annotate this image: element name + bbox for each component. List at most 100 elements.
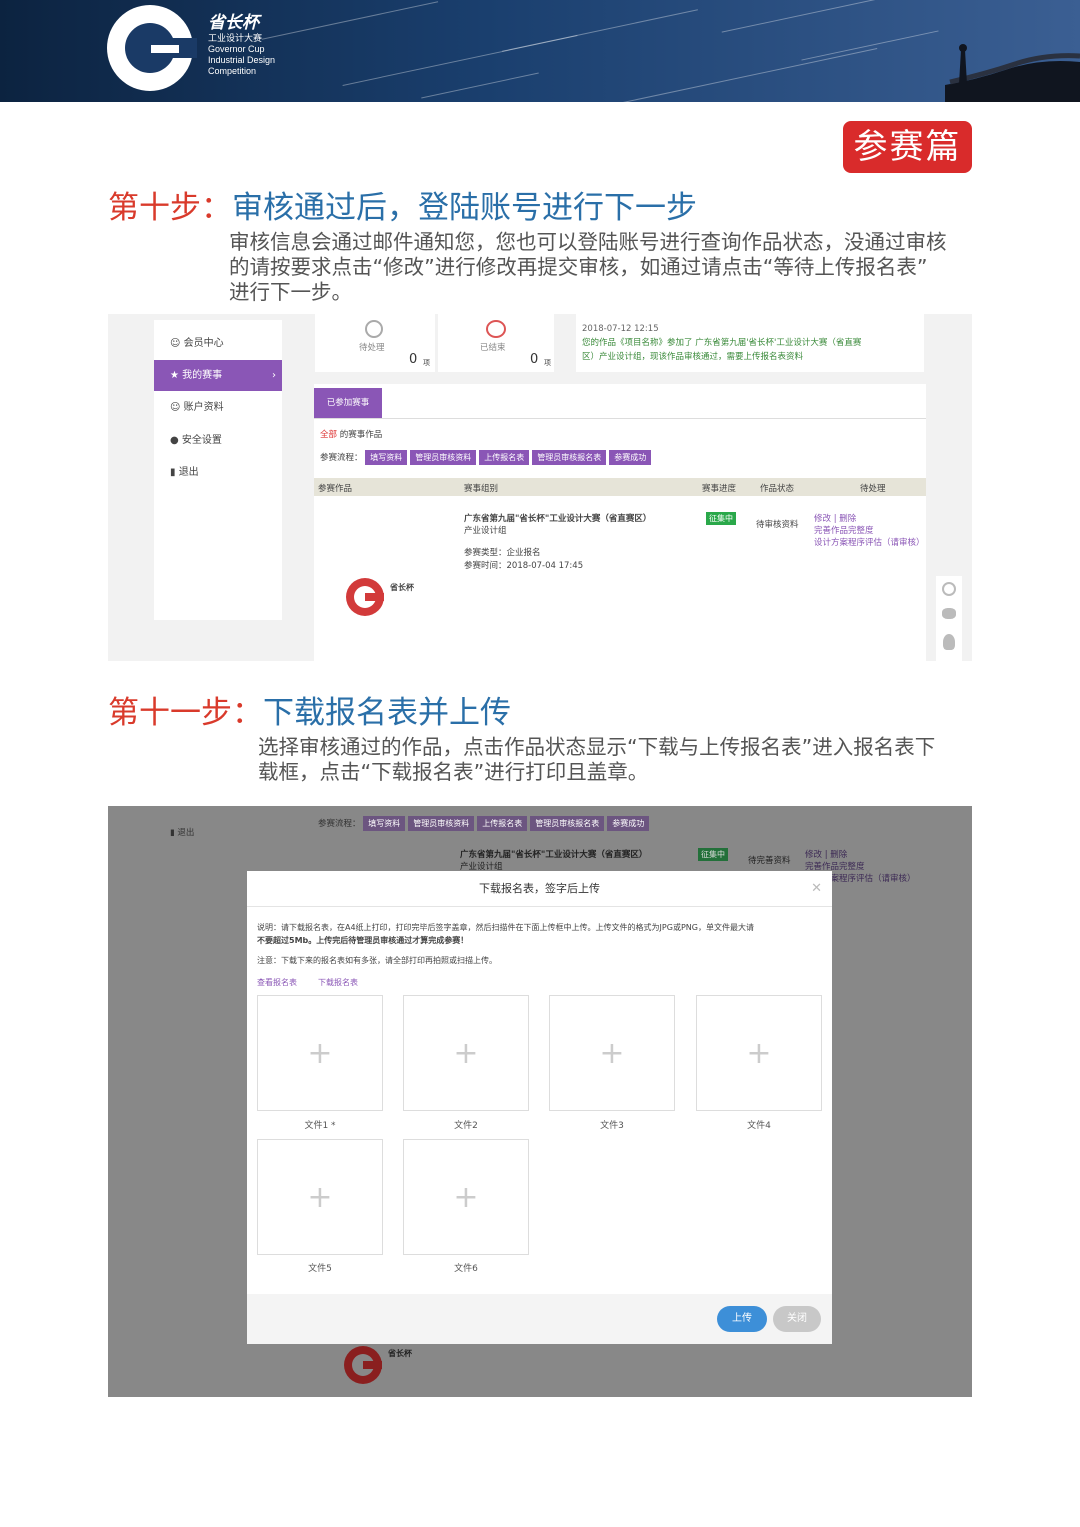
upload-button[interactable]: 上传 <box>717 1306 767 1332</box>
page: 省长杯 工业设计大赛 Governor Cup Industrial Desig… <box>0 0 1080 1527</box>
row-action-complete[interactable]: 完善作品完整度 <box>814 524 874 536</box>
logo-line3: Industrial Design <box>208 55 276 65</box>
view-form-link[interactable]: 查看报名表 <box>257 977 297 988</box>
footer-logo-text: 省长杯 <box>388 1349 412 1358</box>
sidebar: ☺ 会员中心 ★ 我的赛事 › ☺ 账户资料 ● 安全设置 ▮ 退出 <box>154 320 282 620</box>
upload-box-4[interactable]: + <box>696 995 822 1111</box>
flow-step: 上传报名表 <box>477 816 528 831</box>
close-icon[interactable]: ✕ <box>811 881 822 896</box>
row-status: 待审核资料 <box>756 520 799 530</box>
logo-line1: 工业设计大赛 <box>208 33 263 43</box>
account-icon: ☺ <box>170 402 184 413</box>
row-status: 待完善资料 <box>748 856 791 866</box>
clock-icon <box>365 320 383 338</box>
notice-panel: 2018-07-12 12:15 您的作品《项目名称》参加了 广东省第九届'省长… <box>576 314 924 372</box>
footer-logo-text: 省长杯 <box>390 583 414 592</box>
close-button[interactable]: 关闭 <box>773 1306 821 1332</box>
step10-description: 审核信息会通过邮件通知您，您也可以登陆账号进行查询作品状态，没通过审核 的请按要… <box>229 230 989 305</box>
trophy-icon: ★ <box>170 370 183 381</box>
row-progress-badge: 征集中 <box>706 512 736 525</box>
logout-icon: ▮ <box>170 467 179 478</box>
stat-pending[interactable]: 待处理 0 项 <box>315 314 435 372</box>
flow-step: 填写资料 <box>365 450 408 465</box>
tab-joined-events[interactable]: 已参加赛事 <box>314 388 382 418</box>
flow-step: 管理员审核资料 <box>408 816 475 831</box>
logo-line2: Governor Cup <box>208 44 265 54</box>
logo-cn: 省长杯 <box>208 13 259 33</box>
weibo-icon[interactable] <box>942 582 956 596</box>
stat-ended[interactable]: 已结束 0 项 <box>438 314 554 372</box>
flow-steps: 参赛流程： 填写资料 管理员审核资料 上传报名表 管理员审核报名表 参赛成功 <box>318 816 652 831</box>
roof-eave-icon <box>945 44 1080 102</box>
footer-logo-icon <box>344 1346 382 1384</box>
sidebar-item-account[interactable]: ☺ 账户资料 <box>154 392 282 423</box>
events-panel: 已参加赛事 全部 的赛事作品 参赛流程： 填写资料 管理员审核资料 上传报名表 管理员… <box>314 384 926 661</box>
column-header: 参赛作品 <box>318 484 353 494</box>
step11-description: 选择审核通过的作品，点击作品状态显示“下载与上传报名表”进入报名表下 载框，点击… <box>258 735 988 785</box>
sidebar-item-member-center[interactable]: ☺ 会员中心 <box>154 328 282 359</box>
end-icon <box>486 320 506 338</box>
step10-title: 审核通过后，登陆账号进行下一步 <box>232 190 697 226</box>
chevron-right-icon: › <box>272 370 276 381</box>
row-action-evaluate[interactable]: 设计方案程序评估（请审核） <box>814 536 925 548</box>
wechat-icon[interactable] <box>942 608 956 619</box>
step11-heading: 第十一步：下载报名表并上传 <box>108 693 511 733</box>
screenshot-upload-modal: ▮ 退出 参赛流程： 填写资料 管理员审核资料 上传报名表 管理员审核报名表 参赛成功 … <box>108 806 972 1397</box>
dialog-instructions: 说明：请下载报名表，在A4纸上打印，打印完毕后签字盖章，然后扫描件在下面上传框中… <box>257 921 822 967</box>
stat-pending-value: 0 <box>409 352 418 367</box>
row-title: 广东省第九届"省长杯"工业设计大赛（省直赛区） <box>464 514 652 524</box>
row-progress-badge: 征集中 <box>698 848 728 861</box>
footer-logo-icon <box>346 578 384 616</box>
notice-text-2: 区）产业设计组，现该作品审核通过，需要上传报名表资料 <box>582 352 804 362</box>
upload-dialog: 下载报名表，签字后上传 ✕ 说明：请下载报名表，在A4纸上打印，打印完毕后签字盖… <box>247 871 832 1344</box>
flow-label: 参赛流程： <box>318 819 361 829</box>
plus-icon: + <box>599 1036 625 1071</box>
step10-heading: 第十步：审核通过后，登陆账号进行下一步 <box>108 188 697 228</box>
plus-icon: + <box>307 1036 333 1071</box>
sidebar-item-security[interactable]: ● 安全设置 <box>154 425 282 456</box>
flow-step: 参赛成功 <box>609 450 652 465</box>
qq-icon[interactable] <box>943 634 955 650</box>
sidebar-item-label: 安全设置 <box>181 435 222 446</box>
upload-box-2[interactable]: + <box>403 995 529 1111</box>
logo-line4: Competition <box>208 66 257 76</box>
flow-step: 填写资料 <box>363 816 406 831</box>
upload-label-5: 文件5 <box>308 1264 332 1274</box>
filter-suffix: 的赛事作品 <box>339 430 383 440</box>
dialog-note-3: 注意：下载下来的报名表如有多张，请全部打印再拍照或扫描上传。 <box>257 956 497 965</box>
sidebar-item-label: 我的赛事 <box>182 370 223 381</box>
column-header: 赛事进度 <box>702 484 737 494</box>
competition-logo-icon <box>107 5 197 91</box>
shield-icon: ● <box>170 435 182 446</box>
row-time: 参赛时间：2018-07-04 17:45 <box>464 561 584 571</box>
upload-box-1[interactable]: + <box>257 995 383 1111</box>
flow-step: 上传报名表 <box>479 450 530 465</box>
step10-number: 第十步： <box>108 190 232 226</box>
plus-icon: + <box>307 1180 333 1215</box>
row-action-edit[interactable]: 修改 | 删除 <box>814 512 856 524</box>
plus-icon: + <box>453 1036 479 1071</box>
upload-label-3: 文件3 <box>600 1121 624 1131</box>
filter-all-link[interactable]: 全部 <box>320 430 337 440</box>
stat-pending-unit: 项 <box>423 359 430 367</box>
step10-desc-line1: 审核信息会通过邮件通知您，您也可以登陆账号进行查询作品状态，没通过审核 <box>229 230 947 254</box>
notice-date: 2018-07-12 12:15 <box>582 324 659 334</box>
upload-box-6[interactable]: + <box>403 1139 529 1255</box>
flow-step: 管理员审核报名表 <box>530 816 605 831</box>
stat-ended-label: 已结束 <box>480 343 506 353</box>
download-form-link[interactable]: 下载报名表 <box>318 977 358 988</box>
sidebar-item-label: 账户资料 <box>183 402 224 413</box>
upload-box-5[interactable]: + <box>257 1139 383 1255</box>
sidebar-item-my-events[interactable]: ★ 我的赛事 › <box>154 360 282 391</box>
step11-desc-line1: 选择审核通过的作品，点击作品状态显示“下载与上传报名表”进入报名表下 <box>258 735 936 759</box>
upload-label-1: 文件1 * <box>304 1121 336 1131</box>
logo-text: 省长杯 工业设计大赛 Governor Cup Industrial Desig… <box>208 8 275 77</box>
sidebar-item-logout[interactable]: ▮ 退出 <box>170 826 194 838</box>
row-action-edit[interactable]: 修改 | 删除 <box>805 848 847 860</box>
dialog-footer: 上传 关闭 <box>247 1294 832 1344</box>
sidebar-item-logout[interactable]: ▮ 退出 <box>154 457 282 488</box>
plus-icon: + <box>453 1180 479 1215</box>
step11-desc-line2: 载框，点击“下载报名表”进行打印且盖章。 <box>258 760 649 784</box>
upload-box-3[interactable]: + <box>549 995 675 1111</box>
section-badge: 参赛篇 <box>843 121 972 173</box>
